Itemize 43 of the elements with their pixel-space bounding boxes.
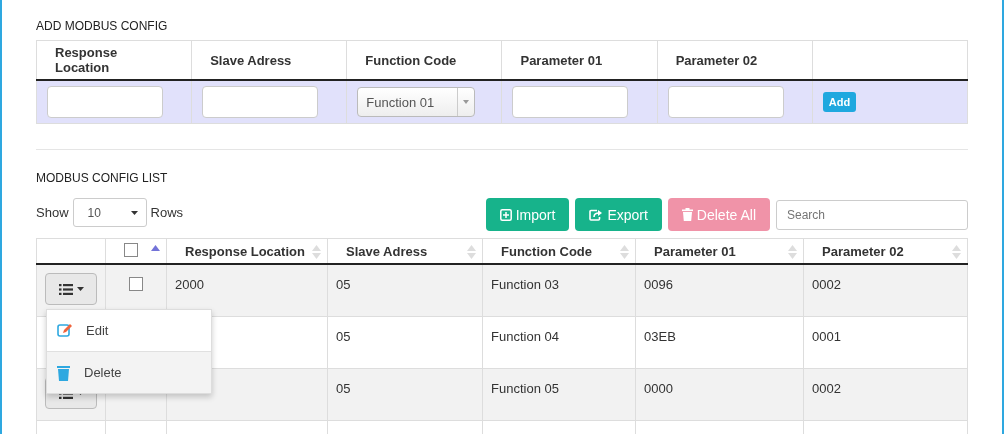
table-cell: 05 [336, 277, 351, 292]
section-title: MODBUS CONFIG LIST [36, 170, 169, 187]
trash-icon [681, 208, 693, 221]
table-cell: Function 03 [491, 277, 559, 292]
trash-icon [57, 364, 70, 381]
caret-icon [463, 100, 470, 104]
plus-square-icon [499, 208, 512, 221]
table-cell: 05 [336, 381, 351, 396]
column-header: Slave Adress [346, 243, 428, 259]
share-icon [589, 208, 604, 221]
table-cell: 0002 [812, 381, 841, 396]
row-actions-button[interactable] [45, 273, 97, 305]
rows-select[interactable]: 10 [72, 198, 147, 227]
input-field[interactable] [47, 86, 163, 118]
checkbox[interactable] [129, 277, 143, 291]
table-cell: Function 04 [491, 329, 559, 344]
show-label: Show [36, 205, 69, 220]
checkbox[interactable] [124, 242, 138, 257]
rows-label: Rows [150, 205, 184, 220]
column-header: Parameter 01 [654, 243, 736, 259]
column-header: Function Code [501, 243, 592, 259]
table-cell: 0096 [644, 277, 673, 292]
table-cell: 2000 [175, 277, 204, 292]
menu-item[interactable]: Delete [47, 351, 211, 393]
table-cell: 03EB [644, 329, 676, 344]
caret-icon [76, 287, 84, 291]
table-cell: 0001 [812, 329, 841, 344]
input-field[interactable] [667, 86, 784, 118]
section-title: ADD MODBUS CONFIG [36, 18, 169, 35]
menu-item[interactable]: Edit [47, 310, 211, 351]
table-cell: 0000 [644, 381, 673, 396]
input-field[interactable] [202, 86, 319, 118]
column-header: Parameter 02 [822, 243, 904, 259]
table-cell: 05 [336, 329, 351, 344]
search-field[interactable]: Search [776, 199, 968, 230]
column-header: Response Location [185, 243, 305, 259]
input-field[interactable] [512, 86, 629, 118]
caret-icon [130, 210, 138, 215]
table-cell: Function 05 [491, 381, 559, 396]
list-icon [58, 283, 73, 295]
edit-icon [57, 323, 72, 338]
table-cell: 0002 [812, 277, 841, 292]
function-select[interactable]: Function 01 [357, 87, 476, 117]
